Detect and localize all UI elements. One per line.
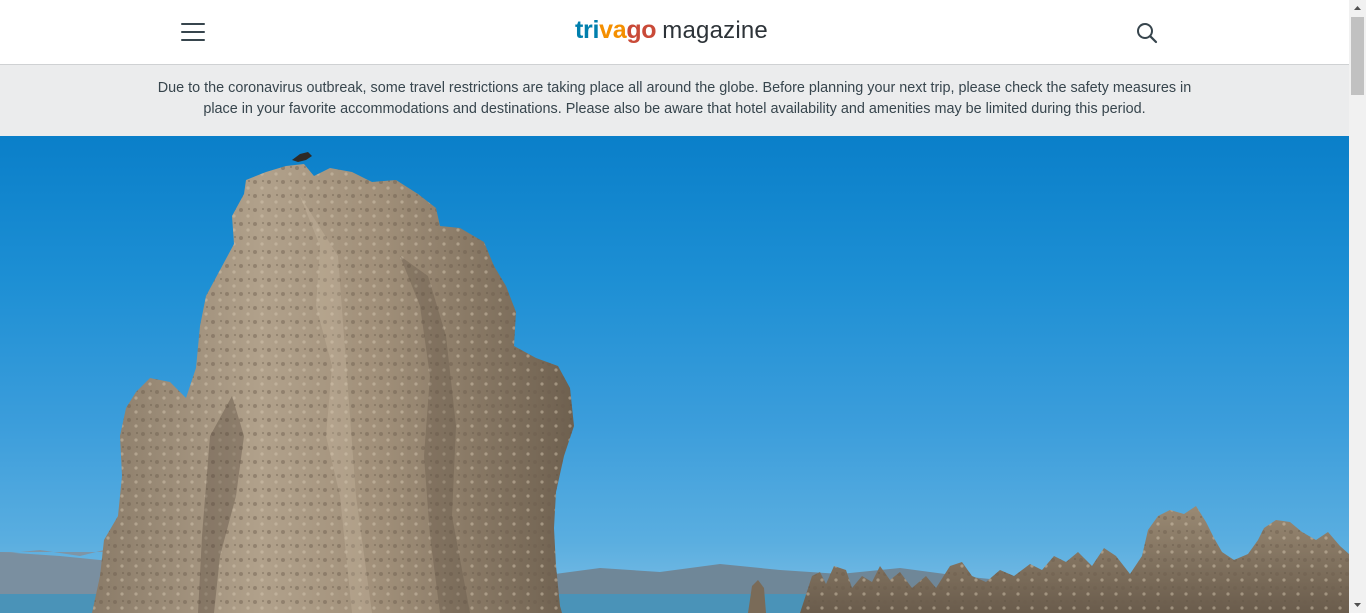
hero-image bbox=[0, 136, 1349, 613]
travel-restrictions-notice: Due to the coronavirus outbreak, some tr… bbox=[0, 65, 1349, 136]
logo-part-tri: tri bbox=[575, 16, 600, 44]
scrollbar-thumb[interactable] bbox=[1351, 17, 1364, 95]
tufa-rock-formations-image bbox=[0, 152, 1349, 613]
site-header: tri va go magazine bbox=[0, 0, 1349, 65]
vertical-scrollbar[interactable] bbox=[1349, 0, 1366, 613]
logo-part-va: va bbox=[599, 16, 627, 44]
hamburger-menu-icon[interactable] bbox=[181, 22, 205, 42]
logo-part-magazine: magazine bbox=[662, 17, 768, 44]
page: tri va go magazine Due to the coronavirus … bbox=[0, 0, 1349, 613]
trivago-magazine-logo[interactable]: tri va go magazine bbox=[575, 16, 768, 48]
notice-text: Due to the coronavirus outbreak, some tr… bbox=[157, 80, 1192, 117]
scroll-down-arrow-icon[interactable] bbox=[1349, 596, 1366, 613]
search-icon[interactable] bbox=[1135, 21, 1159, 45]
scroll-up-arrow-icon[interactable] bbox=[1349, 0, 1366, 17]
logo-part-go: go bbox=[626, 16, 657, 44]
